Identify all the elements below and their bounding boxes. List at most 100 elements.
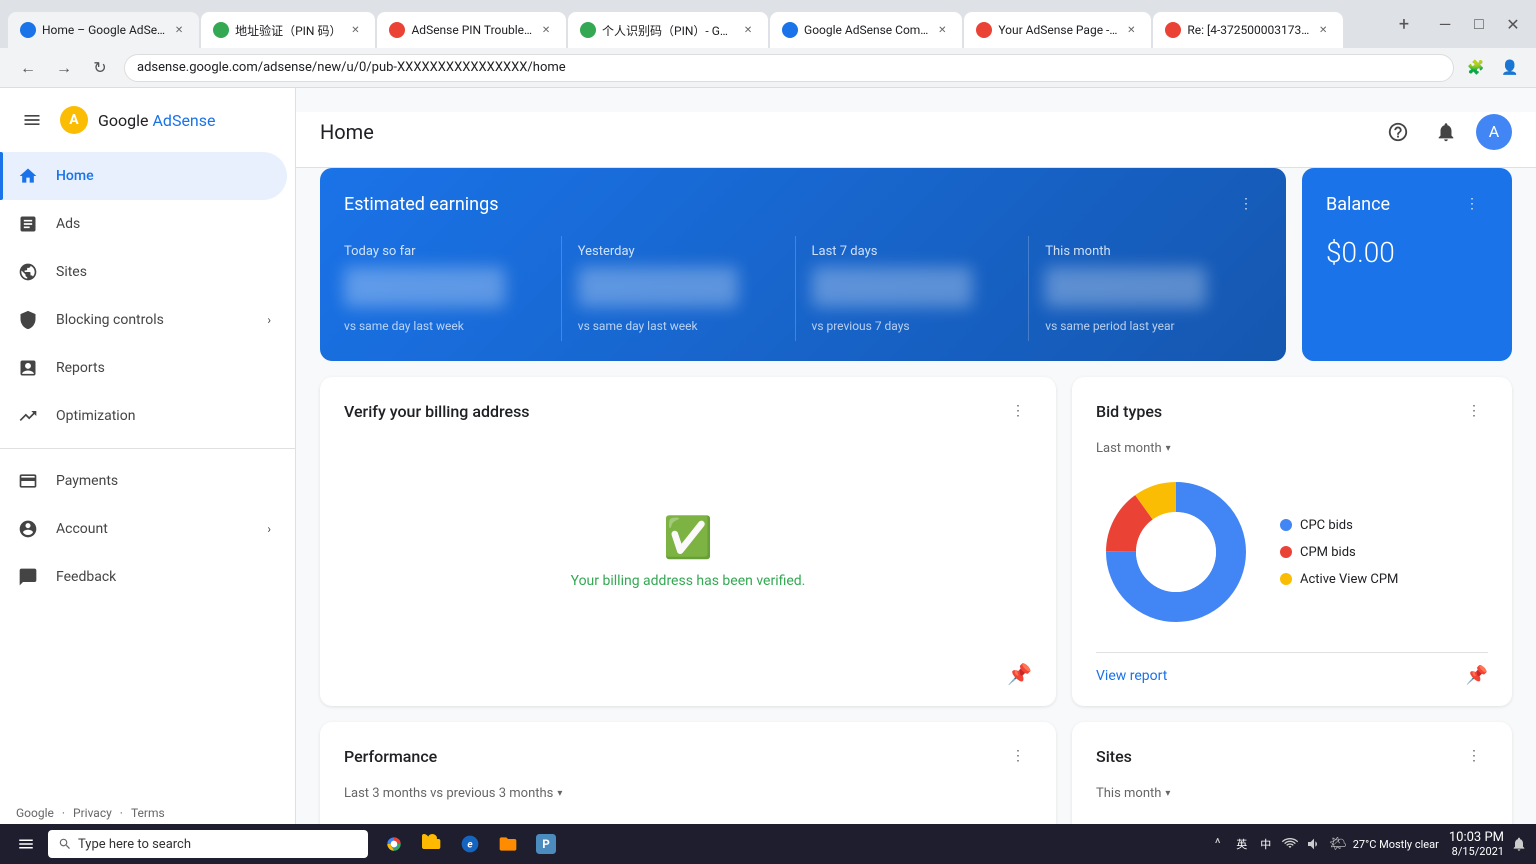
today-label: Today so far <box>344 244 545 259</box>
sidebar-item-label: Account <box>56 521 108 537</box>
verify-menu-button[interactable]: ⋮ <box>1004 397 1032 425</box>
footer-privacy[interactable]: Privacy <box>73 806 112 820</box>
pin-icon[interactable]: 📌 <box>1007 662 1032 686</box>
minimize-button[interactable]: — <box>1430 9 1460 39</box>
sidebar-item-sites[interactable]: Sites <box>0 248 287 296</box>
tab-favicon <box>20 22 36 38</box>
performance-period[interactable]: Last 3 months vs previous 3 months ▾ <box>344 786 1032 801</box>
ads-icon <box>16 212 40 236</box>
tab-label: 个人识别码（PIN）- Go… <box>602 22 734 39</box>
tab-label: 地址验证（PIN 码） <box>235 22 341 39</box>
sidebar-item-reports[interactable]: Reports <box>0 344 287 392</box>
bid-types-period[interactable]: Last month ▾ <box>1096 441 1488 456</box>
earnings-menu-button[interactable]: ⋮ <box>1230 188 1262 220</box>
legend-activeview: Active View CPM <box>1280 572 1398 587</box>
browser-tab-4[interactable]: Google AdSense Com… ✕ <box>770 12 962 48</box>
menu-toggle-button[interactable] <box>16 104 48 136</box>
profile-icon[interactable]: 👤 <box>1496 54 1524 82</box>
browser-tab-2[interactable]: AdSense PIN Trouble… ✕ <box>377 12 566 48</box>
sidebar-item-optimization[interactable]: Optimization <box>0 392 287 440</box>
notifications-tray-icon[interactable] <box>1510 835 1528 853</box>
activeview-dot <box>1280 573 1292 585</box>
activeview-label: Active View CPM <box>1300 572 1398 587</box>
home-icon <box>16 164 40 188</box>
browser-tab-1[interactable]: 地址验证（PIN 码） ✕ <box>201 12 375 48</box>
earnings-yesterday: Yesterday vs same day last week <box>562 236 796 341</box>
address-input[interactable]: adsense.google.com/adsense/new/u/0/pub-X… <box>124 54 1454 82</box>
sidebar-divider <box>0 448 295 449</box>
bid-types-pin-icon[interactable]: 📌 <box>1466 665 1488 686</box>
network-icon[interactable] <box>1281 835 1299 853</box>
taskbar-app-python[interactable]: P <box>528 826 564 862</box>
weather-icon[interactable]: 🌤 <box>1329 835 1347 853</box>
performance-period-arrow: ▾ <box>557 788 562 799</box>
footer-sep2: · <box>120 806 123 820</box>
sound-icon[interactable] <box>1305 835 1323 853</box>
back-button[interactable]: ← <box>12 52 44 84</box>
sidebar-item-payments[interactable]: Payments <box>0 457 287 505</box>
performance-menu-button[interactable]: ⋮ <box>1004 742 1032 770</box>
tab-close[interactable]: ✕ <box>347 22 363 38</box>
sites-period[interactable]: This month ▾ <box>1096 786 1488 801</box>
taskbar: Type here to search e P ^ 英 中 🌤 27°C Mos… <box>0 824 1536 864</box>
sidebar-item-feedback[interactable]: Feedback <box>0 553 287 601</box>
tab-favicon <box>1165 22 1181 38</box>
browser-tab-6[interactable]: Re: [4-372500003173… ✕ <box>1153 12 1343 48</box>
feedback-icon <box>16 565 40 589</box>
start-button[interactable] <box>8 826 44 862</box>
browser-tab-5[interactable]: Your AdSense Page -… ✕ <box>964 12 1151 48</box>
taskbar-app-files[interactable] <box>490 826 526 862</box>
close-button[interactable]: ✕ <box>1498 9 1528 39</box>
taskbar-app-ie[interactable]: e <box>452 826 488 862</box>
date-display: 8/15/2021 <box>1449 845 1504 858</box>
taskbar-app-explorer[interactable] <box>414 826 450 862</box>
tab-close[interactable]: ✕ <box>538 22 554 38</box>
extensions-icon[interactable]: 🧩 <box>1462 54 1490 82</box>
taskbar-app-chrome[interactable] <box>376 826 412 862</box>
sidebar-header: A Google AdSense <box>0 96 295 152</box>
browser-tab-0[interactable]: Home – Google AdSe… ✕ <box>8 12 199 48</box>
notifications-button[interactable] <box>1428 114 1464 150</box>
logo-text: Google AdSense <box>98 111 216 130</box>
balance-title: Balance <box>1326 194 1390 215</box>
view-report-link[interactable]: View report <box>1096 668 1167 684</box>
sidebar-nav: Home Ads Sites Blocking controls › <box>0 152 295 794</box>
balance-card: Balance ⋮ $0.00 <box>1302 168 1512 361</box>
help-button[interactable] <box>1380 114 1416 150</box>
footer-google[interactable]: Google <box>16 806 54 820</box>
footer-terms[interactable]: Terms <box>131 806 165 820</box>
sidebar-item-label: Optimization <box>56 408 135 424</box>
sidebar-item-account[interactable]: Account › <box>0 505 287 553</box>
tab-close[interactable]: ✕ <box>1123 22 1139 38</box>
taskbar-search[interactable]: Type here to search <box>48 830 368 858</box>
sidebar-item-ads[interactable]: Ads <box>0 200 287 248</box>
thismonth-compare: vs same period last year <box>1045 319 1246 333</box>
tab-close[interactable]: ✕ <box>740 22 756 38</box>
tab-close[interactable]: ✕ <box>171 22 187 38</box>
new-tab-button[interactable]: + <box>1390 10 1418 38</box>
7days-value <box>812 267 973 307</box>
sidebar-item-home[interactable]: Home <box>0 152 287 200</box>
sites-menu-button[interactable]: ⋮ <box>1460 742 1488 770</box>
earnings-7days: Last 7 days vs previous 7 days <box>796 236 1030 341</box>
user-avatar[interactable]: A <box>1476 114 1512 150</box>
tab-close[interactable]: ✕ <box>1315 22 1331 38</box>
time-display: 10:03 PM <box>1449 830 1504 845</box>
payments-icon <box>16 469 40 493</box>
tab-label: Re: [4-372500003173… <box>1187 23 1309 37</box>
tray-keyboard-icon[interactable]: 中 <box>1257 835 1275 853</box>
taskbar-time[interactable]: 10:03 PM 8/15/2021 <box>1449 830 1504 858</box>
earnings-thismonth: This month vs same period last year <box>1029 236 1262 341</box>
balance-menu-button[interactable]: ⋮ <box>1456 188 1488 220</box>
verify-bidtypes-row: Verify your billing address ⋮ ✅ Your bil… <box>320 377 1512 706</box>
bid-types-menu-button[interactable]: ⋮ <box>1460 397 1488 425</box>
tray-lang-icon[interactable]: 英 <box>1233 835 1251 853</box>
forward-button[interactable]: → <box>48 52 80 84</box>
maximize-button[interactable]: □ <box>1464 9 1494 39</box>
browser-tab-3[interactable]: 个人识别码（PIN）- Go… ✕ <box>568 12 768 48</box>
tab-close[interactable]: ✕ <box>934 22 950 38</box>
sidebar-item-blocking-controls[interactable]: Blocking controls › <box>0 296 287 344</box>
verify-title: Verify your billing address <box>344 402 530 421</box>
reload-button[interactable]: ↻ <box>84 52 116 84</box>
tray-expand-icon[interactable]: ^ <box>1209 835 1227 853</box>
